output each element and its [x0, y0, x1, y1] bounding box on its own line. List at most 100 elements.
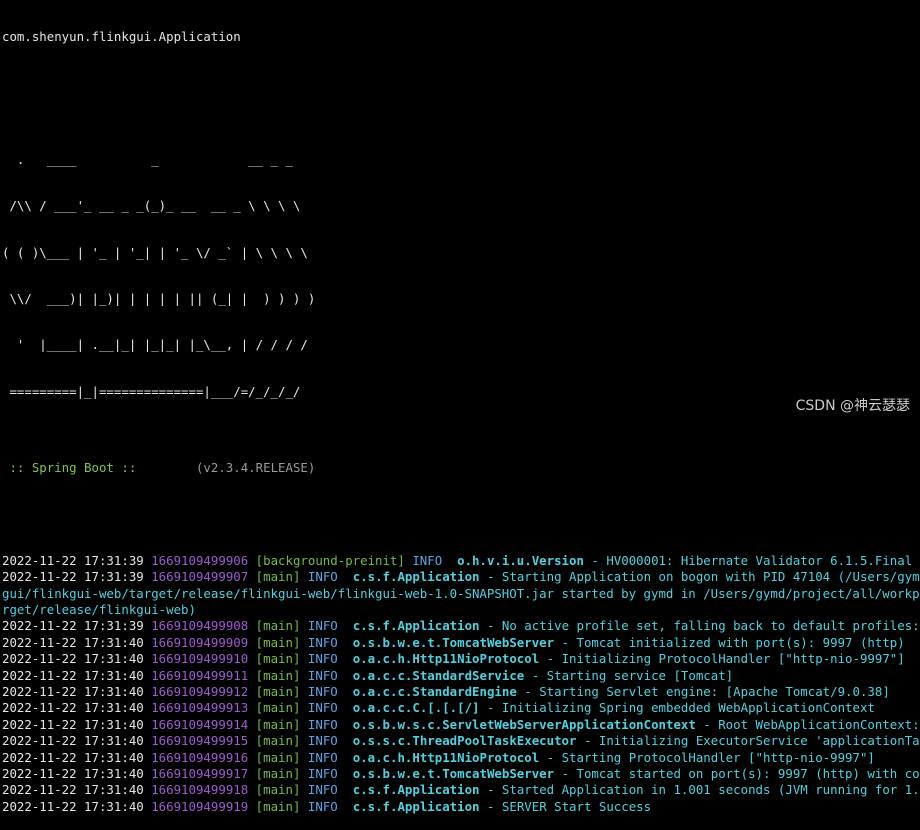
log-message: - Starting service [Tomcat]: [524, 667, 734, 683]
log-logger: c.s.f.Application: [352, 798, 480, 814]
app-main-class: com.shenyun.flinkgui.Application: [2, 29, 241, 44]
log-level: INFO: [307, 700, 338, 716]
log-level: INFO: [412, 552, 443, 568]
log-timestamp: 2022-11-22 17:31:40: [2, 716, 144, 732]
log-line: 2022-11-22 17:31:39 1669109499907 [main]…: [2, 569, 920, 585]
log-logger: c.s.f.Application: [352, 782, 480, 798]
log-thread: [background-preinit]: [255, 552, 405, 568]
spring-boot-version: (v2.3.4.RELEASE): [143, 460, 316, 476]
log-timestamp: 2022-11-22 17:31:40: [2, 798, 144, 814]
log-logger: o.a.c.c.C.[.[.[/]: [352, 700, 480, 716]
log-pid: 1669109499916: [151, 749, 249, 765]
log-level: INFO: [307, 782, 338, 798]
log-logger: o.s.s.c.ThreadPoolTaskExecutor: [352, 733, 577, 749]
log-pid: 1669109499918: [151, 782, 249, 798]
log-message: - Root WebApplicationContext: initializa…: [703, 716, 920, 732]
log-pid: 1669109499911: [151, 667, 249, 683]
log-logger: o.a.c.h.Http11NioProtocol: [352, 651, 540, 667]
log-line: 2022-11-22 17:31:40 1669109499916 [main]…: [2, 750, 920, 766]
log-pid: 1669109499907: [151, 569, 249, 585]
log-thread: [main]: [255, 651, 301, 667]
terminal-output[interactable]: com.shenyun.flinkgui.Application . ____ …: [2, 0, 920, 814]
log-pid: 1669109499915: [151, 733, 249, 749]
log-logger: c.s.f.Application: [352, 618, 480, 634]
spring-boot-label: :: Spring Boot ::: [2, 460, 144, 476]
spring-boot-version-line: :: Spring Boot :: (v2.3.4.RELEASE): [2, 460, 920, 476]
log-timestamp: 2022-11-22 17:31:39: [2, 552, 144, 568]
banner-line: =========|_|==============|___/=/_/_/_/: [2, 383, 301, 399]
banner-line: \\/ ___)| |_)| | | | | || (_| | ) ) ) ): [2, 290, 316, 306]
log-timestamp: 2022-11-22 17:31:39: [2, 569, 144, 585]
log-pid: 1669109499906: [151, 552, 249, 568]
log-thread: [main]: [255, 634, 301, 650]
log-line: 2022-11-22 17:31:40 1669109499911 [main]…: [2, 668, 920, 684]
log-timestamp: 2022-11-22 17:31:40: [2, 667, 144, 683]
banner-line: /\\ / ___'_ __ _ _(_)_ __ __ _ \ \ \ \: [2, 198, 301, 214]
log-level: INFO: [307, 651, 338, 667]
log-line: 2022-11-22 17:31:40 1669109499918 [main]…: [2, 782, 920, 798]
csdn-watermark: CSDN @神云瑟瑟: [795, 398, 910, 414]
log-message: - SERVER Start Success: [479, 798, 652, 814]
log-timestamp: 2022-11-22 17:31:40: [2, 700, 144, 716]
log-thread: [main]: [255, 716, 301, 732]
log-line: 2022-11-22 17:31:40 1669109499914 [main]…: [2, 717, 920, 733]
log-pid: 1669109499909: [151, 634, 249, 650]
log-timestamp: 2022-11-22 17:31:40: [2, 684, 144, 700]
log-pid: 1669109499919: [151, 798, 249, 814]
banner-line: ( ( )\___ | '_ | '_| | '_ \/ _` | \ \ \ …: [2, 244, 308, 260]
log-logger: o.a.c.c.StandardEngine: [352, 684, 517, 700]
log-line: 2022-11-22 17:31:40 1669109499910 [main]…: [2, 651, 920, 667]
log-message-continuation: gui/flinkgui-web/target/release/flinkgui…: [2, 585, 920, 601]
log-timestamp: 2022-11-22 17:31:40: [2, 749, 144, 765]
log-level: INFO: [307, 733, 338, 749]
log-thread: [main]: [255, 733, 301, 749]
log-timestamp: 2022-11-22 17:31:40: [2, 634, 144, 650]
log-line: 2022-11-22 17:31:40 1669109499915 [main]…: [2, 733, 920, 749]
log-level: INFO: [307, 684, 338, 700]
log-line: 2022-11-22 17:31:39 1669109499908 [main]…: [2, 618, 920, 634]
log-message: - Initializing ProtocolHandler ["http-ni…: [539, 651, 905, 667]
log-lines: 2022-11-22 17:31:39 1669109499906 [backg…: [2, 553, 920, 815]
log-thread: [main]: [255, 618, 301, 634]
log-pid: 1669109499908: [151, 618, 249, 634]
log-thread: [main]: [255, 782, 301, 798]
log-timestamp: 2022-11-22 17:31:40: [2, 782, 144, 798]
log-level: INFO: [307, 667, 338, 683]
log-timestamp: 2022-11-22 17:31:40: [2, 765, 144, 781]
log-thread: [main]: [255, 667, 301, 683]
log-pid: 1669109499917: [151, 765, 249, 781]
log-message: - Tomcat started on port(s): 9997 (http)…: [561, 765, 920, 781]
banner-line: ' |____| .__|_| |_|_| |_\__, | / / / /: [2, 337, 308, 353]
log-timestamp: 2022-11-22 17:31:40: [2, 651, 144, 667]
log-pid: 1669109499913: [151, 700, 249, 716]
log-message-continuation: rget/release/flinkgui-web): [2, 602, 196, 618]
log-thread: [main]: [255, 798, 301, 814]
log-logger: o.s.b.w.e.t.TomcatWebServer: [352, 634, 555, 650]
log-level: INFO: [307, 569, 338, 585]
spring-banner: . ____ _ __ _ _ /\\ / ___'_ __ _ _(_)_ _…: [2, 122, 920, 430]
log-thread: [main]: [255, 749, 301, 765]
log-message: - No active profile set, falling back to…: [486, 618, 920, 634]
log-line: rget/release/flinkgui-web): [2, 602, 920, 618]
log-level: INFO: [307, 749, 338, 765]
log-logger: o.h.v.i.u.Version: [457, 552, 584, 568]
log-level: INFO: [307, 716, 338, 732]
log-message: - Initializing Spring embedded WebApplic…: [479, 700, 875, 716]
log-message: - Starting ProtocolHandler ["http-nio-99…: [539, 749, 875, 765]
log-message: - HV000001: Hibernate Validator 6.1.5.Fi…: [583, 552, 913, 568]
log-message: - Initializing ExecutorService 'applicat…: [583, 733, 920, 749]
log-message: - Starting Servlet engine: [Apache Tomca…: [516, 684, 890, 700]
log-pid: 1669109499910: [151, 651, 249, 667]
log-line: 2022-11-22 17:31:40 1669109499912 [main]…: [2, 684, 920, 700]
log-line: 2022-11-22 17:31:40 1669109499919 [main]…: [2, 799, 920, 815]
log-thread: [main]: [255, 765, 301, 781]
log-line: 2022-11-22 17:31:40 1669109499917 [main]…: [2, 766, 920, 782]
log-level: INFO: [307, 798, 338, 814]
log-logger: o.s.b.w.s.c.ServletWebServerApplicationC…: [352, 716, 696, 732]
log-logger: c.s.f.Application: [352, 569, 480, 585]
log-message: - Starting Application on bogon with PID…: [486, 569, 920, 585]
log-message: - Started Application in 1.001 seconds (…: [479, 782, 920, 798]
log-thread: [main]: [255, 569, 301, 585]
